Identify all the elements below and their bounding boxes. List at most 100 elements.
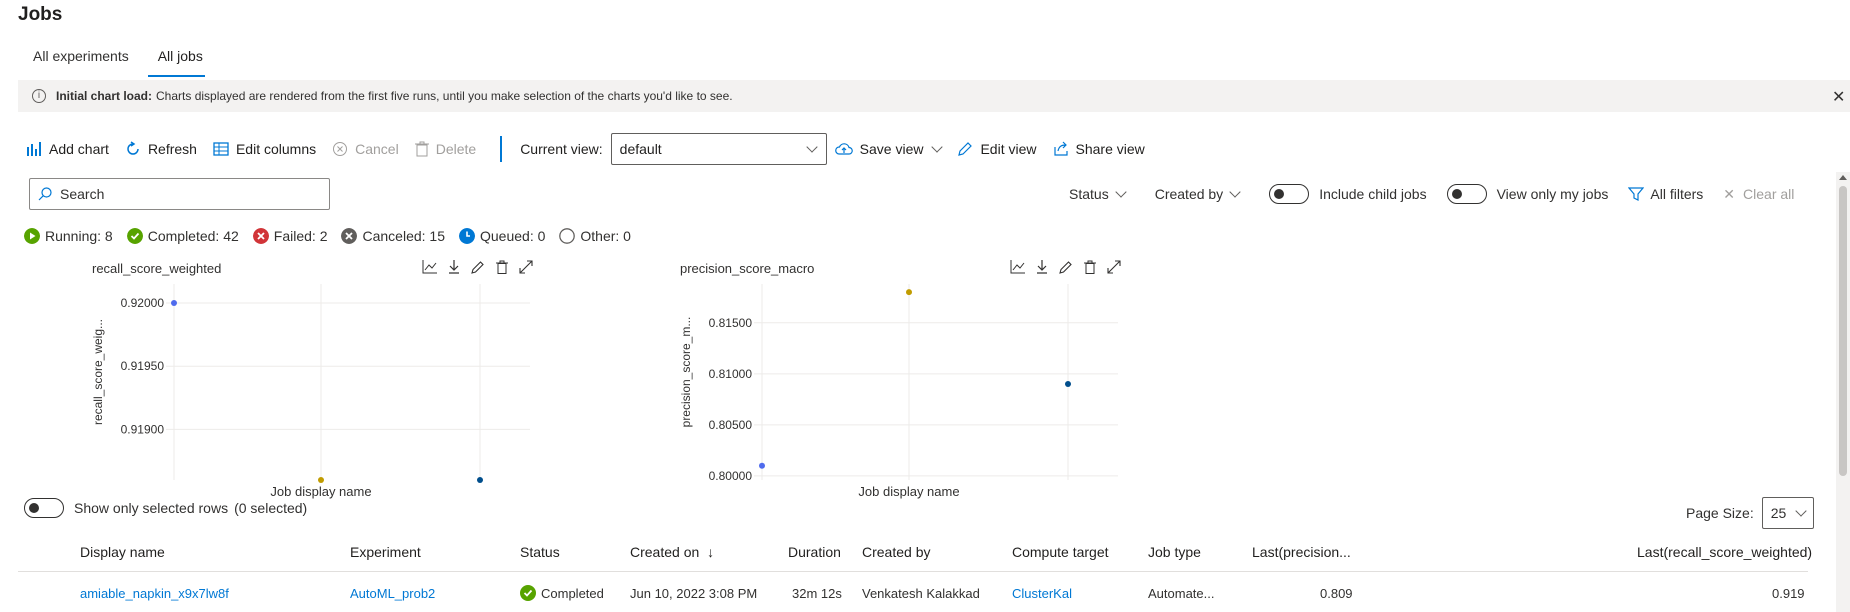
x-icon (252, 228, 269, 244)
expand-icon[interactable] (514, 257, 538, 277)
column-header-created-on[interactable]: Created on ↓ (630, 544, 714, 560)
created-by-cell: Venkatesh Kalakkad (862, 586, 980, 601)
info-icon: i (32, 89, 46, 103)
table-icon (213, 142, 229, 156)
edit-view-label: Edit view (980, 141, 1037, 157)
search-box (29, 178, 330, 210)
filter-icon (1628, 187, 1645, 201)
scroll-up-icon[interactable] (1839, 175, 1847, 180)
column-header-last-precision[interactable]: Last(precision... (1252, 544, 1351, 560)
add-chart-button[interactable]: Add chart (26, 141, 109, 157)
filter-bar: Status Created by Include child jobs Vie… (1069, 182, 1814, 206)
column-header-duration[interactable]: Duration (788, 544, 841, 560)
cancel-button[interactable]: Cancel (332, 141, 399, 157)
pencil-icon[interactable] (466, 257, 490, 277)
vertical-scrollbar[interactable] (1836, 172, 1850, 612)
status-filter-dropdown[interactable]: Status (1069, 186, 1127, 202)
line-chart-icon[interactable] (1006, 257, 1030, 277)
download-icon[interactable] (1030, 257, 1054, 277)
y-tick-label: 0.92000 (121, 296, 165, 310)
page-size-select[interactable]: 25 (1761, 497, 1814, 529)
cancel-icon (333, 142, 348, 156)
check-icon (520, 585, 536, 601)
status-text: Completed (541, 585, 604, 601)
toolbar-divider (500, 136, 503, 162)
clock-icon (459, 228, 475, 244)
column-header-status[interactable]: Status (520, 544, 560, 560)
status-queued[interactable]: Queued: 0 (459, 228, 545, 244)
all-filters-button[interactable]: All filters (1628, 186, 1703, 202)
trash-icon[interactable] (1078, 257, 1102, 277)
status-canceled[interactable]: Canceled: 15 (341, 228, 445, 244)
chart-icon (27, 142, 41, 156)
pencil-icon[interactable] (1054, 257, 1078, 277)
close-icon[interactable]: ✕ (1832, 87, 1850, 107)
expand-icon[interactable] (1102, 257, 1126, 277)
created-by-filter-dropdown[interactable]: Created by (1154, 186, 1241, 202)
status-completed[interactable]: Completed: 42 (126, 228, 239, 244)
sort-arrow-icon: ↓ (707, 544, 715, 560)
include-child-jobs-toggle[interactable] (1269, 184, 1310, 204)
banner-bold: Initial chart load: (56, 89, 153, 103)
scatter-point[interactable] (477, 477, 483, 483)
experiment-link[interactable]: AutoML_prob2 (350, 586, 435, 601)
page-size-label: Page Size: (1686, 505, 1754, 521)
created-by-filter-label: Created by (1154, 186, 1224, 202)
column-header-experiment[interactable]: Experiment (350, 544, 421, 560)
status-other[interactable]: Other: 0 (559, 228, 631, 244)
table-header: Display name Experiment Status Created o… (18, 538, 1812, 572)
y-tick-label: 0.81000 (709, 367, 753, 381)
refresh-button[interactable]: Refresh (125, 141, 197, 157)
status-running[interactable]: Running: 8 (24, 228, 113, 244)
column-header-job-type[interactable]: Job type (1148, 544, 1201, 560)
cloud-upload-icon (834, 143, 853, 155)
status-other-label: Other: 0 (580, 228, 631, 244)
column-header-display-name[interactable]: Display name (80, 544, 165, 560)
scatter-point[interactable] (1065, 381, 1071, 388)
column-header-created-by[interactable]: Created by (862, 544, 930, 560)
delete-button[interactable]: Delete (414, 141, 476, 157)
save-view-label: Save view (859, 141, 924, 157)
y-tick-label: 0.80500 (709, 418, 753, 432)
scatter-point[interactable] (171, 299, 177, 306)
y-tick-label: 0.91950 (121, 359, 165, 373)
save-view-button[interactable]: Save view (834, 141, 944, 157)
chart-toolbar (1006, 257, 1126, 277)
tab-all-experiments[interactable]: All experiments (18, 44, 143, 78)
display-name-link[interactable]: amiable_napkin_x9x7lw8f (80, 586, 229, 601)
edit-view-button[interactable]: Edit view (957, 141, 1037, 157)
duration-cell: 32m 12s (792, 586, 842, 601)
show-selected-rows-toggle[interactable] (24, 498, 64, 518)
current-view-select[interactable]: default (610, 133, 827, 165)
tab-all-jobs[interactable]: All jobs (143, 44, 217, 78)
column-header-created-on-label: Created on (630, 544, 700, 560)
clear-all-button[interactable]: ✕ Clear all (1723, 186, 1794, 203)
x-icon (341, 228, 358, 244)
status-queued-label: Queued: 0 (480, 228, 546, 244)
download-icon[interactable] (442, 257, 466, 277)
scatter-point[interactable] (906, 289, 912, 296)
add-chart-label: Add chart (49, 141, 109, 157)
column-header-compute-target[interactable]: Compute target (1012, 544, 1109, 560)
page-title: Jobs (18, 4, 63, 25)
table-row[interactable]: amiable_napkin_x9x7lw8f AutoML_prob2 Com… (18, 572, 1808, 612)
view-only-my-jobs-toggle[interactable] (1446, 184, 1487, 204)
view-only-my-jobs: View only my jobs (1446, 184, 1608, 204)
cancel-label: Cancel (355, 141, 399, 157)
share-view-label: Share view (1075, 141, 1145, 157)
search-input[interactable] (60, 186, 310, 202)
scatter-point[interactable] (318, 477, 324, 483)
share-view-button[interactable]: Share view (1053, 141, 1145, 157)
status-failed[interactable]: Failed: 2 (252, 228, 327, 244)
y-tick-label: 0.91900 (121, 422, 165, 436)
line-chart-icon[interactable] (418, 257, 442, 277)
scrollbar-thumb[interactable] (1839, 186, 1847, 476)
chart-toolbar (418, 257, 538, 277)
column-header-last-recall[interactable]: Last(recall_score_weighted) (1637, 544, 1812, 560)
trash-icon[interactable] (490, 257, 514, 277)
edit-columns-button[interactable]: Edit columns (213, 141, 316, 157)
status-completed-label: Completed: 42 (147, 228, 239, 244)
search-icon (38, 187, 52, 201)
scatter-point[interactable] (759, 462, 765, 469)
compute-target-link[interactable]: ClusterKal (1012, 586, 1072, 601)
